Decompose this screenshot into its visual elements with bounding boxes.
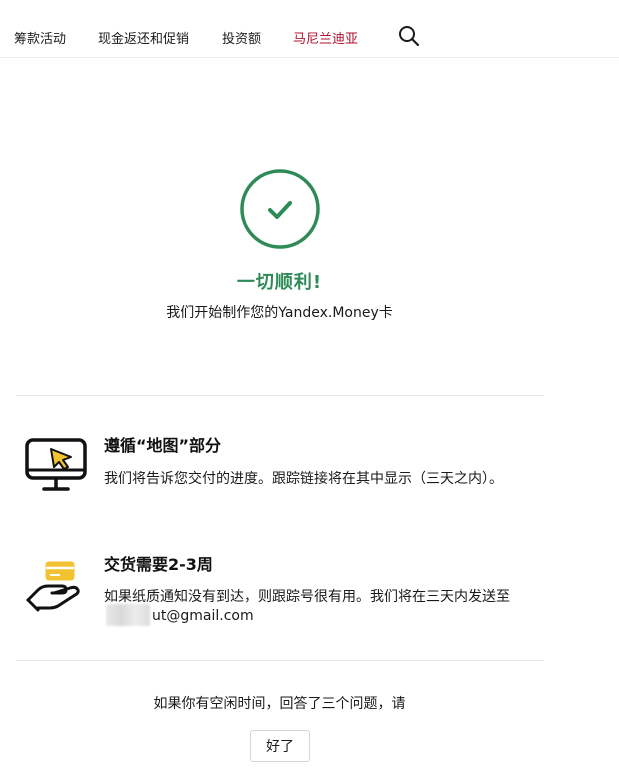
- nav-item-manilandia[interactable]: 马尼兰迪亚: [293, 28, 358, 47]
- monitor-cursor-icon: [25, 438, 87, 491]
- email-address: ut@gmail.com: [152, 608, 254, 624]
- info-text-map: 我们将告诉您交付的进度。跟踪链接将在其中显示（三天之内）。: [104, 471, 503, 487]
- info-title-map: 遵循“地图”部分: [104, 436, 222, 455]
- survey-prompt: 如果你有空闲时间，回答了三个问题，请: [153, 696, 406, 712]
- success-title: 一切顺利!: [236, 272, 323, 293]
- nav-item-cashback-promotions[interactable]: 现金返还和促销: [98, 28, 189, 47]
- page: 筹款活动 现金返还和促销 投资额 马尼兰迪亚 一切顺利! 我们开始制作您的Yan…: [0, 0, 619, 768]
- divider: [16, 395, 544, 396]
- success-subtitle: 我们开始制作您的Yandex.Money卡: [166, 305, 393, 321]
- nav-item-fundraising[interactable]: 筹款活动: [14, 28, 66, 47]
- info-title-delivery: 交货需要2-3周: [104, 555, 213, 574]
- hand-card-icon: [26, 561, 80, 612]
- redacted-email-prefix: [106, 604, 150, 626]
- search-icon[interactable]: [398, 25, 420, 47]
- check-circle-icon: [240, 169, 320, 249]
- divider: [16, 660, 544, 661]
- ok-button[interactable]: 好了: [250, 730, 310, 762]
- info-text-delivery: 如果纸质通知没有到达，则跟踪号很有用。我们将在三天内发送至: [104, 589, 510, 605]
- top-navigation: 筹款活动 现金返还和促销 投资额 马尼兰迪亚: [0, 0, 619, 58]
- nav-item-investments[interactable]: 投资额: [222, 28, 261, 47]
